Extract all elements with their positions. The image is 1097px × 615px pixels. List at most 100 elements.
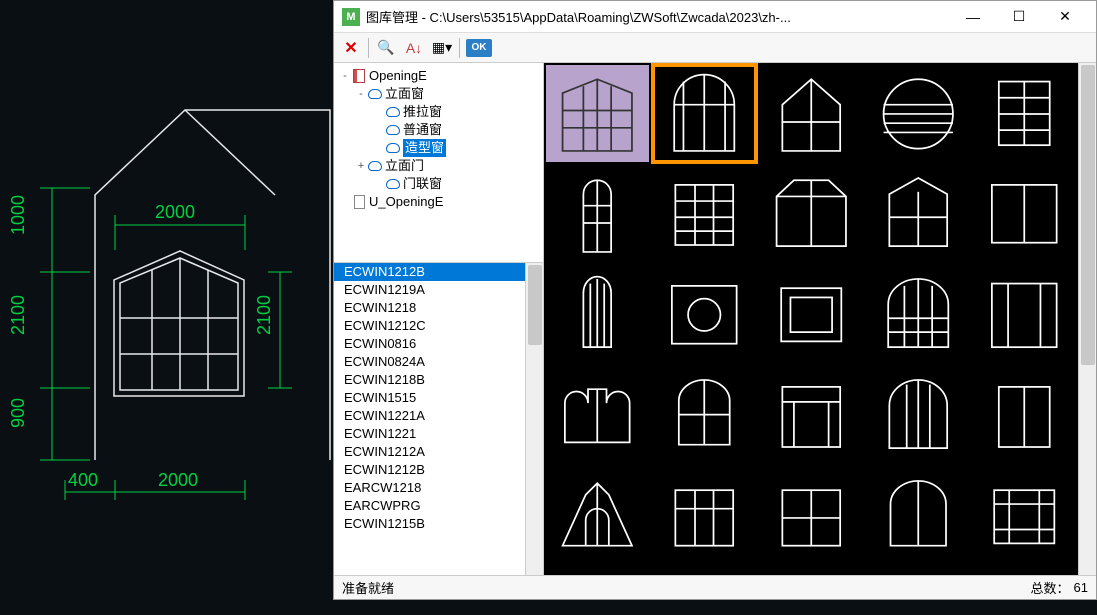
list-item[interactable]: EARCW1218 bbox=[334, 479, 543, 497]
thumbnail-item[interactable] bbox=[760, 166, 863, 263]
list-item[interactable]: ECWIN1219A bbox=[334, 281, 543, 299]
tree-label: 立面门 bbox=[385, 157, 424, 175]
tree-label: 造型窗 bbox=[403, 139, 446, 157]
thumbnail-scrollbar[interactable] bbox=[1078, 63, 1096, 575]
expand-icon[interactable]: - bbox=[338, 67, 352, 85]
thumbnail-item[interactable] bbox=[973, 166, 1076, 263]
library-manager-dialog: M 图库管理 - C:\Users\53515\AppData\Roaming\… bbox=[333, 0, 1097, 600]
thumbnail-panel bbox=[544, 63, 1096, 575]
dialog-title: 图库管理 - C:\Users\53515\AppData\Roaming\ZW… bbox=[366, 7, 950, 26]
close-button[interactable]: ✕ bbox=[1042, 1, 1088, 33]
expand-icon[interactable]: + bbox=[354, 157, 368, 175]
dim-2000-bottom: 2000 bbox=[158, 470, 198, 490]
list-item[interactable]: ECWIN1218 bbox=[334, 299, 543, 317]
cloud-icon bbox=[386, 105, 400, 119]
thumbnail-item[interactable] bbox=[760, 368, 863, 465]
thumbnail-item[interactable] bbox=[866, 368, 969, 465]
thumbnail-item[interactable] bbox=[546, 166, 649, 263]
thumbnail-item[interactable] bbox=[866, 166, 969, 263]
list-item[interactable]: ECWIN1212B bbox=[334, 263, 543, 281]
list-item[interactable]: ECWIN1212A bbox=[334, 443, 543, 461]
dim-900: 900 bbox=[8, 398, 28, 428]
tree-item[interactable]: + 立面门 bbox=[336, 157, 541, 175]
cloud-icon bbox=[386, 123, 400, 137]
sort-icon[interactable]: A↓ bbox=[403, 37, 425, 59]
thumbnail-item[interactable] bbox=[866, 267, 969, 364]
cloud-icon bbox=[368, 87, 382, 101]
list-item[interactable]: ECWIN1515 bbox=[334, 389, 543, 407]
left-panel: -OpeningE-立面窗 推拉窗 普通窗 造型窗+立面门 门联窗 U_Open… bbox=[334, 63, 544, 575]
thumbnail-item[interactable] bbox=[653, 267, 756, 364]
app-icon: M bbox=[342, 8, 360, 26]
ok-button[interactable]: OK bbox=[466, 39, 492, 57]
separator bbox=[459, 38, 460, 58]
thumbnail-item[interactable] bbox=[546, 267, 649, 364]
list-item[interactable]: ECWIN1212C bbox=[334, 317, 543, 335]
cloud-icon bbox=[386, 141, 400, 155]
thumbnail-item[interactable] bbox=[653, 166, 756, 263]
titlebar[interactable]: M 图库管理 - C:\Users\53515\AppData\Roaming\… bbox=[334, 1, 1096, 33]
layout-icon[interactable]: ▦▾ bbox=[431, 37, 453, 59]
list-item[interactable]: ECWIN1221 bbox=[334, 425, 543, 443]
thumbnail-item[interactable] bbox=[760, 469, 863, 566]
scrollbar-thumb[interactable] bbox=[1081, 65, 1095, 365]
thumbnail-item[interactable] bbox=[653, 65, 756, 162]
cloud-icon bbox=[386, 177, 400, 191]
thumbnail-item[interactable] bbox=[760, 267, 863, 364]
list-item[interactable]: ECWIN1215B bbox=[334, 515, 543, 533]
page-icon bbox=[352, 195, 366, 209]
list-item[interactable]: ECWIN1221A bbox=[334, 407, 543, 425]
list-item[interactable]: ECWIN0824A bbox=[334, 353, 543, 371]
tree-item[interactable]: 造型窗 bbox=[336, 139, 541, 157]
body-area: -OpeningE-立面窗 推拉窗 普通窗 造型窗+立面门 门联窗 U_Open… bbox=[334, 63, 1096, 575]
dim-1000: 1000 bbox=[8, 195, 28, 235]
thumbnail-item[interactable] bbox=[973, 267, 1076, 364]
scrollbar-thumb[interactable] bbox=[528, 265, 542, 345]
maximize-button[interactable]: ☐ bbox=[996, 1, 1042, 33]
list-item[interactable]: ECWIN1212B bbox=[334, 461, 543, 479]
tree-item[interactable]: -OpeningE bbox=[336, 67, 541, 85]
list-item[interactable]: ECWIN0816 bbox=[334, 335, 543, 353]
book-icon bbox=[352, 69, 366, 83]
thumbnail-item[interactable] bbox=[973, 65, 1076, 162]
list-scrollbar[interactable] bbox=[525, 263, 543, 575]
tree-label: U_OpeningE bbox=[369, 193, 443, 211]
thumbnail-scroll[interactable] bbox=[544, 63, 1078, 575]
tree-label: 推拉窗 bbox=[403, 103, 442, 121]
tree-label: 门联窗 bbox=[403, 175, 442, 193]
thumbnail-item[interactable] bbox=[973, 368, 1076, 465]
category-tree[interactable]: -OpeningE-立面窗 推拉窗 普通窗 造型窗+立面门 门联窗 U_Open… bbox=[334, 63, 543, 263]
tree-item[interactable]: 门联窗 bbox=[336, 175, 541, 193]
count-label: 总数： bbox=[1031, 578, 1070, 597]
minimize-button[interactable]: — bbox=[950, 1, 996, 33]
close-tool-icon[interactable]: ✕ bbox=[340, 37, 362, 59]
expand-icon[interactable]: - bbox=[354, 85, 368, 103]
thumbnail-item[interactable] bbox=[653, 368, 756, 465]
thumbnail-item[interactable] bbox=[546, 469, 649, 566]
dim-2100-right: 2100 bbox=[254, 295, 274, 335]
dim-2000-top: 2000 bbox=[155, 202, 195, 222]
tree-item[interactable]: U_OpeningE bbox=[336, 193, 541, 211]
tree-item[interactable]: 推拉窗 bbox=[336, 103, 541, 121]
thumbnail-item[interactable] bbox=[546, 368, 649, 465]
list-item[interactable]: ECWIN1218B bbox=[334, 371, 543, 389]
cloud-icon bbox=[368, 159, 382, 173]
toolbar: ✕ 🔍 A↓ ▦▾ OK bbox=[334, 33, 1096, 63]
thumbnail-item[interactable] bbox=[973, 469, 1076, 566]
tree-item[interactable]: 普通窗 bbox=[336, 121, 541, 139]
tree-label: OpeningE bbox=[369, 67, 427, 85]
thumbnail-item[interactable] bbox=[866, 65, 969, 162]
thumbnail-item[interactable] bbox=[760, 65, 863, 162]
thumbnail-item[interactable] bbox=[653, 469, 756, 566]
dim-2100-left: 2100 bbox=[8, 295, 28, 335]
separator bbox=[368, 38, 369, 58]
thumbnail-item[interactable] bbox=[546, 65, 649, 162]
statusbar: 准备就绪 总数： 61 bbox=[334, 575, 1096, 599]
thumbnail-item[interactable] bbox=[866, 469, 969, 566]
list-item[interactable]: EARCWPRG bbox=[334, 497, 543, 515]
block-name-list[interactable]: ECWIN1212BECWIN1219AECWIN1218ECWIN1212CE… bbox=[334, 263, 543, 575]
search-icon[interactable]: 🔍 bbox=[375, 37, 397, 59]
dim-400: 400 bbox=[68, 470, 98, 490]
tree-item[interactable]: -立面窗 bbox=[336, 85, 541, 103]
tree-label: 立面窗 bbox=[385, 85, 424, 103]
